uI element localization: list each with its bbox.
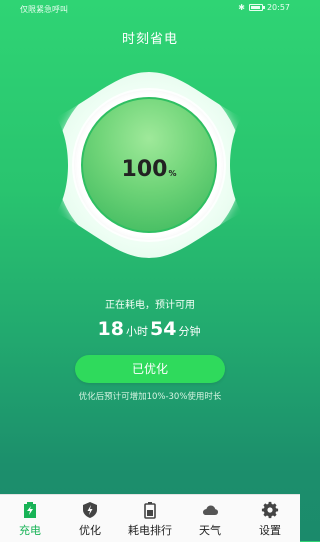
battery-charge-icon — [24, 502, 36, 518]
clock-text: 20:57 — [266, 3, 290, 12]
battery-icon — [144, 502, 156, 519]
bluetooth-icon: ✱ — [238, 3, 245, 12]
hours-value: 18 — [97, 318, 124, 340]
nav-label: 充电 — [19, 524, 41, 537]
hours-unit: 小时 — [126, 325, 148, 338]
nav-item-charge[interactable]: 充电 — [0, 495, 60, 542]
nav-label: 优化 — [79, 524, 101, 537]
optimize-button[interactable]: 已优化 — [75, 355, 225, 383]
battery-status-icon — [248, 4, 265, 11]
nav-label: 耗电排行 — [128, 524, 172, 537]
nav-item-optimize[interactable]: 优化 — [60, 495, 120, 542]
battery-level-number: 100 — [121, 157, 168, 182]
battery-status-text: 正在耗电，预计可用 — [105, 300, 195, 311]
nav-item-settings[interactable]: 设置 — [240, 495, 300, 542]
page-title: 时刻省电 — [121, 32, 178, 47]
battery-level: 100% — [56, 157, 242, 182]
battery-level-unit: % — [168, 169, 177, 178]
nav-label: 天气 — [199, 524, 221, 537]
minutes-value: 54 — [150, 318, 177, 340]
battery-gauge: 100% — [56, 72, 242, 258]
status-bar: 仅限紧急呼叫 ✱ 20:57 — [0, 0, 300, 18]
bottom-nav: 充电 优化 耗电排行 天气 设置 — [0, 494, 300, 542]
nav-item-weather[interactable]: 天气 — [180, 495, 240, 542]
status-right: ✱ 20:57 — [238, 3, 290, 12]
gear-icon — [261, 501, 279, 519]
optimize-tip: 优化后预计可增加10%-30%使用时长 — [78, 392, 222, 402]
remaining-time: 18 小时 54 分钟 — [0, 318, 300, 340]
carrier-text: 仅限紧急呼叫 — [20, 5, 68, 14]
nav-label: 设置 — [259, 524, 281, 537]
minutes-unit: 分钟 — [178, 325, 201, 338]
shield-lightning-icon — [83, 502, 97, 518]
nav-item-ranking[interactable]: 耗电排行 — [120, 495, 180, 542]
cloud-icon — [203, 505, 218, 515]
